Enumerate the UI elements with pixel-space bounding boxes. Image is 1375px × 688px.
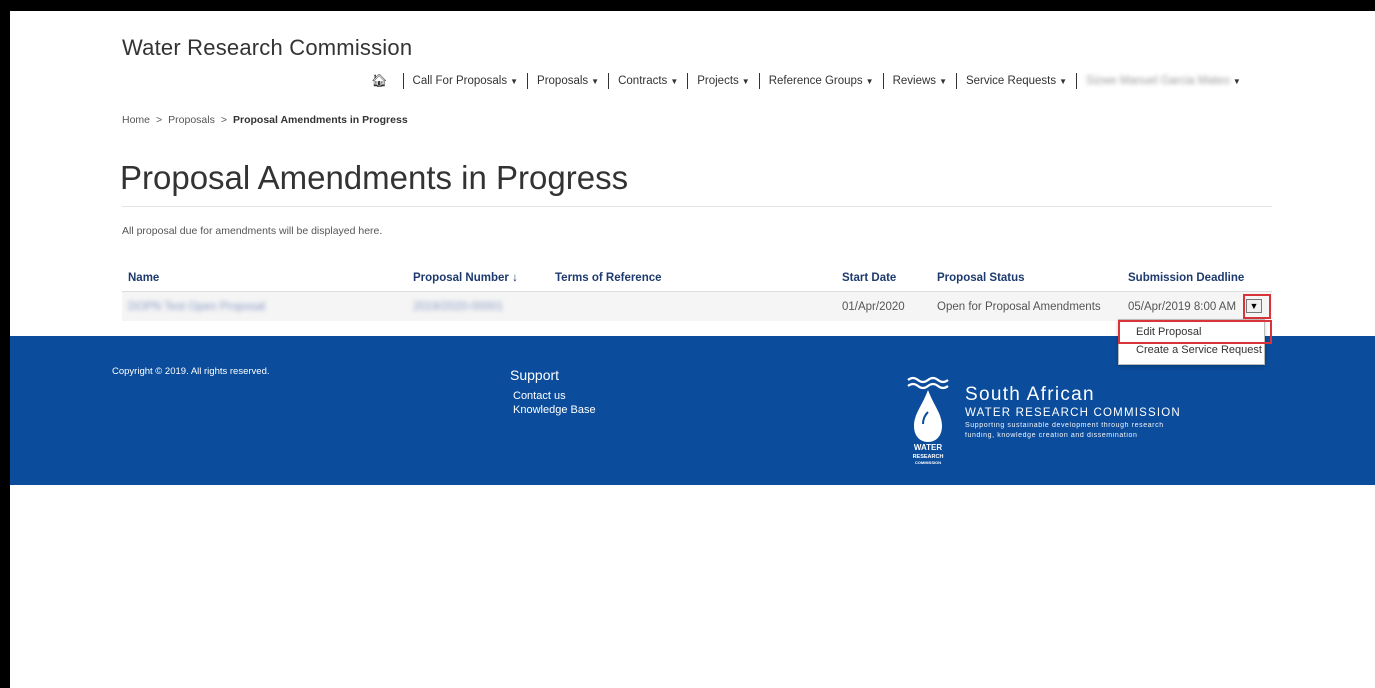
column-header-name[interactable]: Name [128, 272, 159, 284]
menu-item-create-service-request[interactable]: Create a Service Request [1136, 344, 1262, 356]
site-brand[interactable]: Water Research Commission [122, 35, 412, 61]
column-header-proposal-status[interactable]: Proposal Status [937, 272, 1025, 284]
breadcrumb-current: Proposal Amendments in Progress [233, 114, 408, 126]
title-divider [122, 206, 1272, 207]
nav-reference-groups[interactable]: Reference Groups ▼ [769, 75, 874, 87]
nav-user-menu[interactable]: Sizwe Manuel Garcia Mateo ▼ [1086, 75, 1241, 87]
logo-line-2: WATER RESEARCH COMMISSION [965, 407, 1181, 419]
nav-contracts[interactable]: Contracts ▼ [618, 75, 678, 87]
nav-divider [527, 73, 529, 89]
nav-proposals[interactable]: Proposals ▼ [537, 75, 599, 87]
nav-call-for-proposals[interactable]: Call For Proposals ▼ [413, 75, 519, 87]
nav-divider [882, 73, 884, 89]
logo-line-1: South African [965, 384, 1095, 405]
breadcrumb-proposals[interactable]: Proposals [168, 114, 215, 126]
logo-word-water: WATER [914, 443, 943, 452]
wrc-drop-logo: WATER RESEARCH COMMISSION [907, 376, 949, 465]
caret-down-icon: ▼ [1232, 77, 1241, 86]
page-title: Proposal Amendments in Progress [120, 159, 629, 196]
nav-divider [608, 73, 610, 89]
nav-reviews[interactable]: Reviews ▼ [893, 75, 947, 87]
knowledge-base-link[interactable]: Knowledge Base [513, 404, 596, 416]
column-header-terms-of-reference[interactable]: Terms of Reference [555, 272, 662, 284]
caret-down-icon: ▼ [741, 77, 750, 86]
caret-down-icon: ▼ [670, 77, 679, 86]
home-icon[interactable]: 🏠︎ [365, 73, 394, 89]
nav-divider [955, 73, 957, 89]
row-name[interactable]: DOPN Test Open Proposal [128, 301, 265, 313]
caret-down-icon: ▼ [865, 77, 874, 86]
caret-down-icon: ▼ [591, 77, 600, 86]
highlight-box-actions-button [1243, 294, 1271, 319]
column-header-start-date[interactable]: Start Date [842, 272, 896, 284]
wrc-logo-text: South African WATER RESEARCH COMMISSION … [965, 384, 1181, 441]
nav-divider [758, 73, 760, 89]
copyright-text: Copyright © 2019. All rights reserved. [112, 366, 270, 377]
breadcrumb: Home > Proposals > Proposal Amendments in Pr… [122, 114, 408, 126]
logo-line-4: funding, knowledge creation and dissemin… [965, 432, 1138, 439]
logo-word-commission: COMMISSION [915, 460, 941, 465]
highlight-box-edit-proposal [1118, 320, 1272, 344]
nav-service-requests[interactable]: Service Requests ▼ [966, 75, 1067, 87]
sort-descending-icon: ↓ [512, 272, 518, 284]
row-proposal-number: 2019/2020-00001 [413, 301, 504, 313]
contact-us-link[interactable]: Contact us [513, 390, 566, 402]
support-heading: Support [510, 367, 560, 383]
row-start-date: 01/Apr/2020 [842, 301, 905, 313]
breadcrumb-home[interactable]: Home [122, 114, 150, 126]
nav-divider [1076, 73, 1078, 89]
logo-line-3: Supporting sustainable development throu… [965, 422, 1164, 429]
main-nav: 🏠︎ Call For Proposals ▼ Proposals ▼ Contra… [365, 73, 1241, 89]
caret-down-icon: ▼ [510, 77, 519, 86]
nav-divider [402, 73, 404, 89]
browser-page: Water Research Commission 🏠︎ Call For Pr… [10, 11, 1375, 688]
column-header-submission-deadline[interactable]: Submission Deadline [1128, 272, 1244, 284]
row-submission-deadline: 05/Apr/2019 8:00 AM [1128, 301, 1237, 313]
row-proposal-status: Open for Proposal Amendments [937, 301, 1101, 313]
column-header-proposal-number[interactable]: Proposal Number ↓ [413, 272, 518, 284]
caret-down-icon: ▼ [939, 77, 947, 86]
nav-divider [687, 73, 689, 89]
page-description: All proposal due for amendments will be … [122, 225, 383, 237]
caret-down-icon: ▼ [1059, 77, 1068, 86]
nav-projects[interactable]: Projects ▼ [697, 75, 749, 87]
